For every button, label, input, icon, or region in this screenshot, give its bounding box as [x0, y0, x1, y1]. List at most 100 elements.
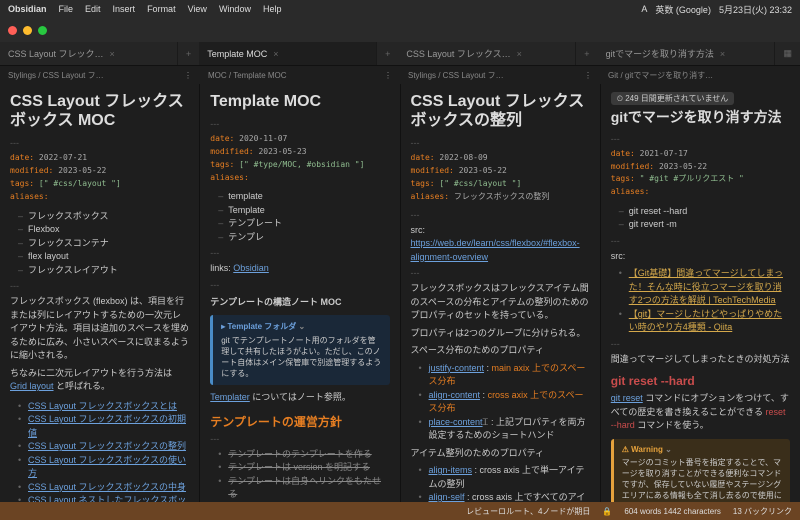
more-icon[interactable]: ⋮ — [184, 71, 192, 80]
status-bar: レビューロルート、4ノードが期日 🔒 604 words 1442 charac… — [0, 502, 800, 520]
link[interactable]: git reset — [611, 393, 643, 403]
aliases-list: template Template テンプレート テンプレ — [210, 190, 389, 244]
frontmatter: date: 2022-07-21 modified: 2023-05-22 ta… — [10, 152, 189, 203]
hr: --- — [210, 119, 389, 129]
prop-list: justify-content : main axix 上でのスペース分布 al… — [411, 362, 590, 443]
link-grid[interactable]: Grid layout — [10, 381, 54, 391]
status-ime[interactable]: A — [641, 4, 647, 14]
close-icon[interactable]: × — [110, 49, 115, 59]
tab-0[interactable]: CSS Layout フレック… × — [0, 42, 178, 65]
page-title: CSS Layout フレックスボックス MOC — [10, 92, 189, 130]
paragraph: ちなみに二次元レイアウトを行う方法は Grid layout と呼ばれる。 — [10, 367, 189, 394]
heading: テンプレートの構造ノート MOC — [210, 296, 389, 310]
new-tab-button[interactable]: + — [576, 42, 597, 65]
close-icon[interactable]: × — [720, 49, 725, 59]
link[interactable]: align-items — [429, 465, 473, 475]
link[interactable]: 【git】マージしたけどやっぱりやめたい時のやり方4種類 - Qiita — [629, 309, 782, 333]
hr: --- — [10, 281, 189, 291]
app-name: Obsidian — [8, 4, 47, 14]
aliases-list: フレックスボックス Flexbox フレックスコンテナ flex layout … — [10, 210, 189, 278]
link[interactable]: CSS Layout フレックスボックスの中身 — [28, 482, 186, 492]
link-src[interactable]: https://web.dev/learn/css/flexbox/#flexb… — [411, 238, 580, 262]
menu-window[interactable]: Window — [219, 4, 251, 14]
list-item: Template — [218, 204, 389, 218]
link[interactable]: CSS Layout フレックスボックスとは — [28, 401, 177, 411]
new-tab-button[interactable]: + — [377, 42, 398, 65]
callout-info: ▸ Template フォルダ ⌄ git でテンプレートノート用のフォルダを管… — [210, 315, 389, 385]
link[interactable]: align-content — [429, 390, 481, 400]
tab-2[interactable]: CSS Layout フレックス… × — [398, 42, 576, 65]
hr: --- — [611, 339, 790, 349]
tab-bar: CSS Layout フレック… × + Template MOC × + CSS … — [0, 42, 800, 66]
link[interactable]: place-contentᏆ — [429, 417, 489, 427]
link[interactable]: CSS Layout フレックスボックスの初期値 — [28, 414, 186, 438]
list-item: align-items : cross axis 上で単一アイテムの整列 — [419, 464, 590, 491]
close-icon[interactable]: × — [273, 49, 278, 59]
close-icon[interactable] — [8, 26, 17, 35]
menu-insert[interactable]: Insert — [113, 4, 136, 14]
src-list: 【Git基礎】間違ってマージしてしまった！そんな時に役立つマージを取り消す2つの… — [611, 267, 790, 335]
tab-3[interactable]: gitでマージを取り消す方法× — [598, 42, 776, 65]
frontmatter: date: 2022-08-09 modified: 2023-05-22 ta… — [411, 152, 590, 203]
aliases-list: git reset --hard git revert -m — [611, 205, 790, 232]
menu-help[interactable]: Help — [263, 4, 282, 14]
link[interactable]: align-self — [429, 492, 465, 502]
chevron-down-icon[interactable]: ⌄ — [298, 322, 305, 331]
hr: --- — [611, 236, 790, 246]
menu-file[interactable]: File — [59, 4, 74, 14]
link[interactable]: justify-content — [429, 363, 485, 373]
stale-badge: ⏲ 249 日間更新されていません — [611, 92, 735, 105]
link[interactable]: CSS Layout フレックスボックスの整列 — [28, 441, 186, 451]
breadcrumb[interactable]: Stylings / CSS Layout フ…⋮ — [400, 66, 600, 84]
tab-1[interactable]: Template MOC × — [199, 42, 377, 65]
heading: アイテム整列のためのプロパティ — [411, 447, 590, 461]
hr: --- — [611, 134, 790, 144]
list-item: 【Git基礎】間違ってマージしてしまった！そんな時に役立つマージを取り消す2つの… — [619, 267, 790, 308]
lock-icon: 🔒 — [602, 507, 612, 516]
tab-label: CSS Layout フレックス… — [406, 47, 510, 60]
hr: --- — [210, 280, 389, 290]
menubar: Obsidian File Edit Insert Format View Wi… — [0, 0, 800, 18]
link-obsidian[interactable]: Obsidian — [233, 263, 269, 273]
list-item: フレックスレイアウト — [18, 264, 189, 278]
menu-format[interactable]: Format — [147, 4, 176, 14]
pane-1: Template MOC --- date: 2020-11-07 modifi… — [200, 84, 400, 520]
heading: スペース分布のためのプロパティ — [411, 344, 590, 358]
minimize-icon[interactable] — [23, 26, 32, 35]
status-backlinks[interactable]: 13 バックリンク — [733, 506, 792, 517]
hr: --- — [210, 248, 389, 258]
list-item: フレックスボックス — [18, 210, 189, 224]
status-wordcount[interactable]: 604 words 1442 characters — [624, 507, 721, 516]
link[interactable]: 【Git基礎】間違ってマージしてしまった！そんな時に役立つマージを取り消す2つの… — [629, 268, 783, 305]
pane-2: CSS Layout フレックスボックスの整列 --- date: 2022-0… — [401, 84, 601, 520]
paragraph: src: https://web.dev/learn/css/flexbox/#… — [411, 224, 590, 265]
more-icon[interactable]: ⋮ — [384, 71, 392, 80]
list-item: テンプレートは自身へリンクをもたせる — [218, 475, 389, 502]
menu-edit[interactable]: Edit — [85, 4, 101, 14]
chevron-down-icon[interactable]: ⌄ — [665, 445, 672, 454]
breadcrumb[interactable]: Git / gitでマージを取り消す… — [600, 66, 800, 84]
new-tab-button[interactable]: ▦ — [775, 42, 800, 65]
new-tab-button[interactable]: + — [178, 42, 199, 65]
link[interactable]: CSS Layout フレックスボックスの使い方 — [28, 455, 186, 479]
tab-label: Template MOC — [207, 49, 267, 59]
list-item: CSS Layout フレックスボックスの整列 — [18, 440, 189, 454]
paragraph: git reset コマンドにオプションをつけて、すべての歴史を書き換えることが… — [611, 392, 790, 433]
tab-label: CSS Layout フレック… — [8, 47, 104, 60]
list-item: 【git】マージしたけどやっぱりやめたい時のやり方4種類 - Qiita — [619, 308, 790, 335]
link-templater[interactable]: Templater — [210, 392, 250, 402]
frontmatter: date: 2020-11-07 modified: 2023-05-23 ta… — [210, 133, 389, 184]
hr: --- — [411, 138, 590, 148]
maximize-icon[interactable] — [38, 26, 47, 35]
status-clock: 5月23日(火) 23:32 — [719, 3, 792, 16]
status-input[interactable]: 英数 (Google) — [655, 3, 711, 16]
breadcrumb[interactable]: MOC / Template MOC⋮ — [200, 66, 400, 84]
menu-view[interactable]: View — [188, 4, 207, 14]
breadcrumb[interactable]: Stylings / CSS Layout フ…⋮ — [0, 66, 200, 84]
status-review[interactable]: レビューロルート、4ノードが期日 — [466, 506, 590, 517]
more-icon[interactable]: ⋮ — [584, 71, 592, 80]
close-icon[interactable]: × — [517, 49, 522, 59]
paragraph: フレックスボックスはフレックスアイテム間のスペースの分布とアイテムの整列のための… — [411, 282, 590, 323]
list-item: align-content : cross axix 上でのスペース分布 — [419, 389, 590, 416]
page-title: Template MOC — [210, 92, 389, 111]
